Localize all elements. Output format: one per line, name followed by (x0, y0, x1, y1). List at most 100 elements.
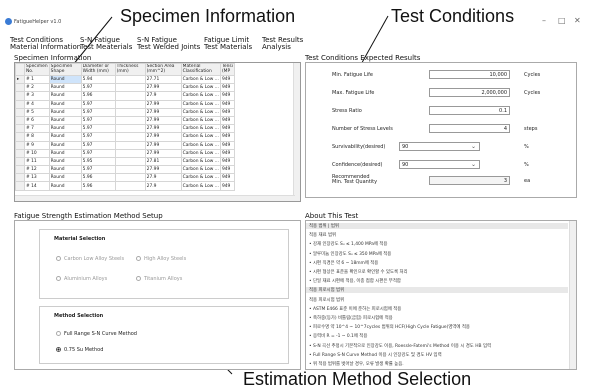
row-header[interactable] (15, 181, 25, 191)
table-cell[interactable]: 27.71 (144, 74, 182, 85)
table-cell[interactable]: Round (48, 140, 82, 150)
table-cell[interactable]: 27.9 (144, 91, 182, 101)
table-cell[interactable]: Carbon & Low ... (180, 74, 221, 85)
table-cell[interactable] (114, 107, 146, 117)
table-cell[interactable]: Round (48, 132, 82, 142)
table-cell[interactable]: 27.99 (144, 124, 182, 134)
table-cell[interactable]: # 8 (24, 132, 50, 142)
table-cell[interactable]: 27.99 (144, 99, 182, 109)
table-cell[interactable]: 5.97 (80, 124, 116, 134)
table-cell[interactable]: # 7 (24, 124, 50, 134)
table-cell[interactable]: 5.97 (80, 165, 116, 175)
table-cell[interactable] (114, 140, 146, 150)
radio-carbon-low-alloy[interactable]: Carbon Low Alloy Steels (56, 256, 124, 262)
radio-aluminium[interactable]: Aluminium Alloys (56, 276, 107, 282)
table-cell[interactable]: 949 (219, 165, 235, 175)
table-cell[interactable]: # 2 (24, 83, 50, 93)
table-row[interactable]: # 11 Round 5.95 27.81 Carbon & Low ... 949 (15, 156, 235, 167)
radio-full-range-sn[interactable]: Full Range S-N Curve Method (56, 331, 137, 337)
table-cell[interactable]: Round (48, 156, 82, 167)
table-cell[interactable]: # 10 (24, 148, 50, 158)
column-header[interactable]: Diameter or Width (mm) (80, 63, 116, 76)
table-row[interactable]: # 8 Round 5.97 27.99 Carbon & Low ... 949 (15, 132, 235, 142)
table-cell[interactable] (114, 173, 146, 183)
table-row[interactable]: # 4 Round 5.97 27.99 Carbon & Low ... 949 (15, 99, 235, 109)
table-cell[interactable]: Carbon & Low ... (180, 148, 221, 158)
row-header[interactable] (15, 124, 25, 134)
table-cell[interactable] (114, 156, 146, 167)
table-cell[interactable]: Carbon & Low ... (180, 83, 221, 93)
table-row[interactable]: # 3 Round 5.96 27.9 Carbon & Low ... 949 (15, 91, 235, 101)
row-header[interactable] (15, 115, 25, 126)
table-cell[interactable]: Round (48, 165, 82, 175)
about-scrollbar[interactable] (569, 221, 576, 369)
table-cell[interactable]: 949 (219, 91, 235, 101)
confidence-select[interactable]: 90 ⌄ (399, 160, 480, 169)
row-header[interactable] (15, 91, 25, 101)
table-cell[interactable] (114, 74, 146, 85)
table-cell[interactable] (114, 91, 146, 101)
table-cell[interactable] (114, 83, 146, 93)
table-cell[interactable] (114, 148, 146, 158)
menu-test-conditions[interactable]: Test Conditions Material Information (10, 37, 81, 51)
table-cell[interactable]: 5.94 (80, 74, 116, 85)
table-cell[interactable]: # 1 (24, 74, 50, 85)
table-cell[interactable]: 5.97 (80, 140, 116, 150)
table-cell[interactable]: Carbon & Low ... (180, 156, 221, 167)
table-cell[interactable]: 949 (219, 74, 235, 85)
table-cell[interactable]: 949 (219, 115, 235, 126)
table-cell[interactable]: Round (48, 91, 82, 101)
table-cell[interactable]: # 4 (24, 99, 50, 109)
table-cell[interactable]: 949 (219, 156, 235, 167)
table-cell[interactable]: Carbon & Low ... (180, 140, 221, 150)
table-cell[interactable]: 27.81 (144, 156, 182, 167)
row-header[interactable] (15, 148, 25, 158)
table-cell[interactable]: 949 (219, 107, 235, 117)
table-cell[interactable]: 27.99 (144, 107, 182, 117)
row-header[interactable]: ▸ (15, 74, 25, 85)
table-cell[interactable] (114, 181, 146, 191)
table-cell[interactable]: 27.99 (144, 165, 182, 175)
table-cell[interactable]: # 13 (24, 173, 50, 183)
column-header[interactable]: Section Area (mm^2) (144, 63, 182, 76)
table-cell[interactable]: # 11 (24, 156, 50, 167)
table-cell[interactable]: # 12 (24, 165, 50, 175)
row-header[interactable] (15, 99, 25, 109)
table-cell[interactable]: 5.97 (80, 107, 116, 117)
table-cell[interactable]: 27.99 (144, 148, 182, 158)
table-cell[interactable] (114, 99, 146, 109)
table-row[interactable]: # 13 Round 5.96 27.9 Carbon & Low ... 949 (15, 173, 235, 183)
stress-levels-input[interactable]: 4 (429, 124, 510, 133)
table-cell[interactable]: 5.96 (80, 91, 116, 101)
table-row[interactable]: # 14 Round 5.96 27.9 Carbon & Low ... 949 (15, 181, 235, 191)
table-cell[interactable]: Carbon & Low ... (180, 132, 221, 142)
table-cell[interactable]: 27.9 (144, 181, 182, 191)
table-cell[interactable]: Round (48, 181, 82, 191)
table-row[interactable]: # 7 Round 5.97 27.99 Carbon & Low ... 949 (15, 124, 235, 134)
specimen-grid[interactable]: Specimen No. Specimen Shape Diameter or Wi… (14, 62, 301, 202)
table-cell[interactable]: 5.95 (80, 156, 116, 167)
row-header[interactable] (15, 140, 25, 150)
table-cell[interactable]: Carbon & Low ... (180, 107, 221, 117)
row-header[interactable] (15, 132, 25, 142)
table-cell[interactable]: 27.99 (144, 132, 182, 142)
table-cell[interactable]: 949 (219, 99, 235, 109)
row-header[interactable] (15, 83, 25, 93)
table-cell[interactable]: 27.9 (144, 173, 182, 183)
table-row[interactable]: # 6 Round 5.97 27.99 Carbon & Low ... 949 (15, 115, 235, 126)
table-cell[interactable]: 5.97 (80, 115, 116, 126)
table-cell[interactable]: Round (48, 124, 82, 134)
table-cell[interactable]: 949 (219, 140, 235, 150)
table-cell[interactable] (114, 165, 146, 175)
table-cell[interactable]: 949 (219, 148, 235, 158)
table-cell[interactable]: Round (48, 173, 82, 183)
column-header[interactable]: Tensi (MP (219, 63, 235, 76)
table-cell[interactable]: # 9 (24, 140, 50, 150)
table-cell[interactable]: Carbon & Low ... (180, 91, 221, 101)
min-fatigue-life-input[interactable]: 10,000 (429, 70, 510, 79)
table-cell[interactable]: Round (48, 148, 82, 158)
table-cell[interactable]: 5.97 (80, 132, 116, 142)
row-header[interactable] (15, 156, 25, 167)
radio-titanium[interactable]: Titanium Alloys (136, 276, 182, 282)
table-cell[interactable]: Round (48, 115, 82, 126)
